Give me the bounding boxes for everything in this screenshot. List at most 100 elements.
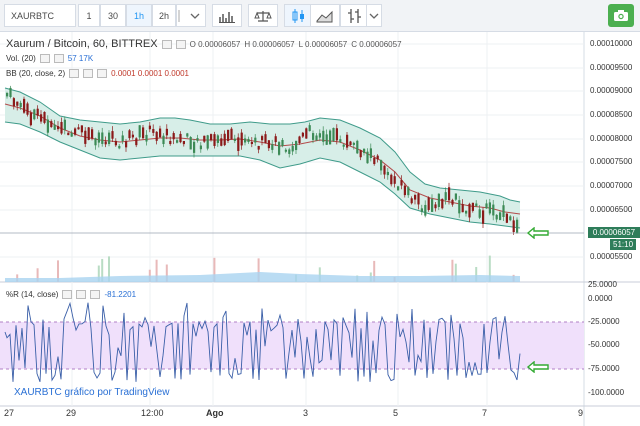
candle-body (318, 133, 321, 138)
candle-body (325, 134, 328, 145)
ohlc-high: H 0.00006057 (244, 39, 295, 49)
chevron-down-icon (369, 13, 379, 19)
candle-body (369, 148, 372, 159)
candle-body (475, 203, 478, 207)
price-axis-label: 0.00009500 (590, 63, 633, 72)
candle-body (376, 155, 379, 160)
candle-body (298, 136, 301, 144)
candle-body (182, 140, 185, 145)
candle-body (179, 133, 182, 143)
candle-body (186, 133, 189, 137)
candle-body (386, 171, 389, 176)
candle-body (349, 141, 352, 146)
indicators-button[interactable] (212, 4, 242, 27)
candle-body (267, 140, 270, 149)
candle-body (247, 138, 250, 143)
candle-body (213, 134, 216, 146)
countdown-tag: 51:10 (610, 239, 636, 250)
candle-body (400, 180, 403, 186)
time-axis[interactable]: 27 29 12:00 Ago 3 5 7 9 (0, 408, 584, 426)
candle-body (434, 204, 437, 209)
legend-settings-icon[interactable] (161, 39, 172, 49)
candle-body (492, 204, 495, 216)
candle-body (91, 129, 94, 139)
candle-body (84, 130, 87, 144)
price-axis-label: 0.00007000 (590, 181, 633, 190)
candle-body (50, 121, 53, 128)
candle-body (29, 112, 32, 126)
volume-close-icon[interactable] (53, 54, 64, 63)
candle-body (461, 204, 464, 213)
candle-body (261, 136, 264, 141)
wr-axis[interactable]: 25.0000 0.0000 -25.0000 -50.0000 -75.0000 -10… (588, 280, 640, 406)
candle-body (499, 212, 502, 220)
symbol-title[interactable]: Xaurum / Bitcoin, 60, BITTREX (6, 38, 158, 50)
interval-1[interactable]: 1 (78, 4, 100, 27)
volume-settings-icon[interactable] (39, 54, 50, 63)
price-axis-label: 0.00005500 (590, 252, 633, 261)
snapshot-button[interactable] (608, 4, 634, 27)
candle-body (53, 124, 56, 130)
symbol-input[interactable]: XAURBTC (4, 4, 76, 27)
candle-body (57, 126, 60, 130)
candle-body (322, 130, 325, 142)
interval-30[interactable]: 30 (100, 4, 126, 27)
candle-body (23, 98, 26, 113)
interval-1h[interactable]: 1h (126, 4, 152, 27)
candle-body (417, 193, 420, 205)
chart-style-area[interactable] (310, 4, 340, 27)
volume-label[interactable]: Vol. (20) (6, 54, 36, 63)
legend-visibility-icon[interactable] (175, 39, 186, 49)
chart-area[interactable]: Xaurum / Bitcoin, 60, BITTREX O 0.000060… (0, 32, 640, 426)
candle-body (16, 101, 19, 106)
interval-dropdown[interactable] (176, 4, 206, 27)
main-legend: Xaurum / Bitcoin, 60, BITTREX O 0.000060… (6, 38, 402, 50)
candle-body (131, 134, 134, 138)
bb-settings-icon[interactable] (69, 69, 80, 78)
candle-body (63, 119, 66, 131)
time-axis-label: 9 (578, 408, 584, 418)
candle-body (444, 192, 447, 201)
bb-legend: BB (20, close, 2) 0.0001 0.0001 0.0001 (6, 69, 189, 78)
candle-body (403, 185, 406, 196)
candle-body (6, 92, 9, 97)
candle-body (250, 141, 253, 145)
candle-body (193, 141, 196, 153)
wr-label[interactable]: %R (14, close) (6, 290, 58, 299)
wr-visibility-icon[interactable] (76, 290, 87, 299)
candle-body (495, 214, 498, 220)
time-axis-label: Ago (206, 408, 224, 418)
candle-body (516, 219, 519, 234)
tradingview-watermark[interactable]: XAURBTC gráfico por TradingView (14, 387, 169, 398)
wr-settings-icon[interactable] (62, 290, 73, 299)
candle-body (505, 213, 508, 223)
candle-body (159, 128, 162, 138)
candle-body (454, 193, 457, 200)
candle-body (363, 148, 366, 153)
candle-body (339, 139, 342, 143)
wr-close-icon[interactable] (90, 290, 101, 299)
candle-body (451, 199, 454, 205)
bb-label[interactable]: BB (20, close, 2) (6, 69, 65, 78)
candle-body (142, 127, 145, 139)
wr-axis-label: -50.0000 (588, 340, 620, 349)
candle-body (233, 138, 236, 141)
candle-body (77, 127, 80, 130)
candle-body (485, 203, 488, 209)
volume-values: 57 17K (67, 54, 94, 63)
bb-more-icon[interactable] (97, 69, 108, 78)
candle-body (465, 210, 468, 214)
candle-body (220, 138, 223, 146)
candle-body (308, 125, 311, 132)
time-axis-label: 5 (393, 408, 399, 418)
interval-2h[interactable]: 2h (152, 4, 176, 27)
candle-body (240, 132, 243, 146)
compare-button[interactable] (248, 4, 278, 27)
candle-body (162, 135, 165, 145)
time-axis-label: 29 (66, 408, 77, 418)
bb-close-icon[interactable] (83, 69, 94, 78)
candle-body (468, 203, 471, 218)
candle-body (458, 200, 461, 214)
price-axis-label: 0.00010000 (590, 39, 633, 48)
more-dropdown[interactable] (366, 4, 382, 27)
